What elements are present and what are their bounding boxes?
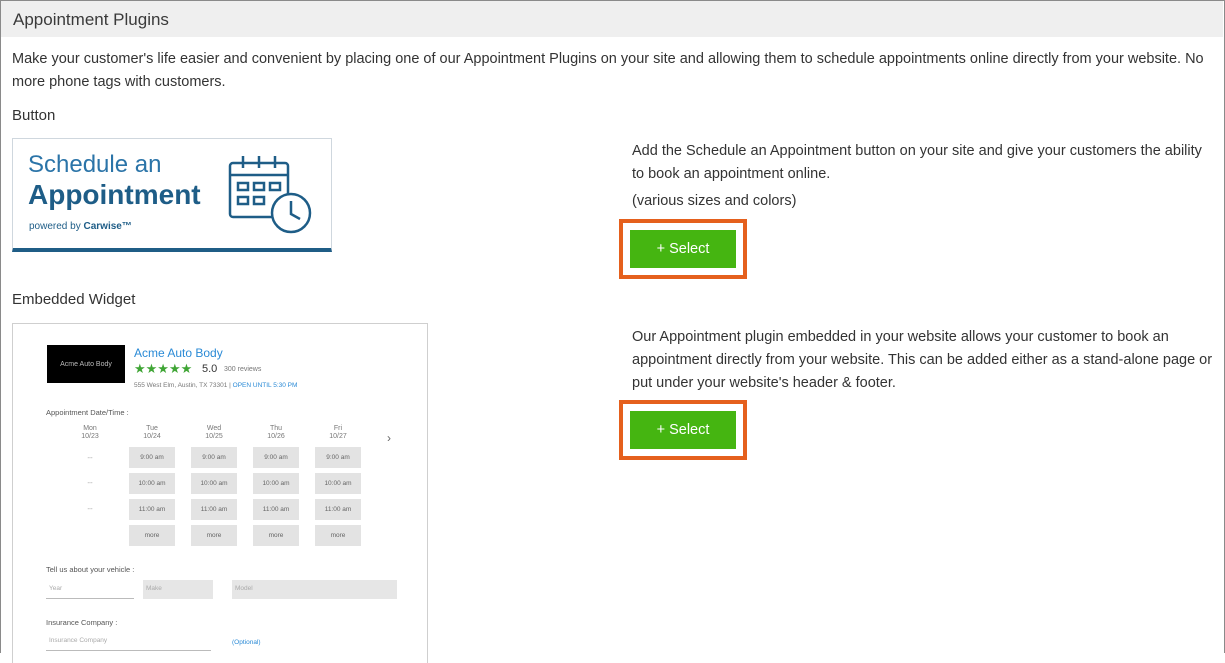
make-input[interactable]: Make	[143, 580, 213, 599]
more-slots[interactable]: more	[315, 525, 361, 546]
button-select-highlight: + Select	[619, 219, 747, 279]
time-slot[interactable]: 10:00 am	[253, 473, 299, 494]
rating-stars: ★★★★★	[134, 361, 193, 376]
preview-line1: Schedule an	[28, 151, 162, 178]
time-slot[interactable]: 9:00 am	[315, 447, 361, 468]
open-hours: OPEN UNTIL 5:30 PM	[232, 382, 298, 389]
more-slots[interactable]: more	[191, 525, 237, 546]
panel-header: Appointment Plugins	[1, 1, 1223, 37]
more-slots[interactable]: more	[253, 525, 299, 546]
day-header: Wed 10/25	[205, 425, 223, 440]
unavailable-slot: --	[87, 504, 93, 513]
time-slot[interactable]: 11:00 am	[191, 499, 237, 520]
powered-by: powered by Carwise™	[29, 221, 132, 232]
shop-logo: Acme Auto Body	[47, 345, 125, 383]
widget-section-heading: Embedded Widget	[12, 291, 136, 308]
more-slots[interactable]: more	[129, 525, 175, 546]
time-slot[interactable]: 11:00 am	[129, 499, 175, 520]
optional-note: (Optional)	[232, 639, 261, 646]
rating-score: 5.0	[202, 363, 218, 375]
next-week-chevron-icon[interactable]: ›	[387, 431, 391, 445]
shop-address-line: 555 West Elm, Austin, TX 73301 | OPEN UN…	[134, 382, 297, 389]
widget-select-highlight: + Select	[619, 400, 747, 460]
time-slot[interactable]: 10:00 am	[315, 473, 361, 494]
time-slot[interactable]: 9:00 am	[129, 447, 175, 468]
vehicle-label: Tell us about your vehicle :	[46, 565, 135, 574]
preview-line2: Appointment	[28, 179, 201, 210]
calendar-clock-icon	[228, 156, 312, 234]
powered-prefix: powered by	[29, 221, 84, 232]
time-slot[interactable]: 10:00 am	[191, 473, 237, 494]
shop-name: Acme Auto Body	[134, 346, 223, 360]
schedule-button-preview: Schedule an Appointment powered by Carwi…	[12, 138, 332, 252]
model-input[interactable]: Model	[232, 580, 397, 599]
embedded-widget-preview: Acme Auto Body Acme Auto Body ★★★★★ 5.0 …	[12, 323, 428, 663]
page-title: Appointment Plugins	[13, 10, 169, 29]
widget-select-button[interactable]: + Select	[630, 411, 736, 449]
day-header: Fri 10/27	[329, 425, 347, 440]
insurance-input[interactable]: Insurance Company	[46, 632, 211, 651]
day-header: Thu 10/26	[267, 425, 285, 440]
unavailable-slot: --	[87, 453, 93, 462]
date-time-label: Appointment Date/Time :	[46, 408, 129, 417]
year-input[interactable]: Year	[46, 580, 134, 599]
time-slot[interactable]: 9:00 am	[191, 447, 237, 468]
time-slot[interactable]: 11:00 am	[315, 499, 361, 520]
shop-address: 555 West Elm, Austin, TX 73301	[134, 382, 228, 389]
widget-description: Our Appointment plugin embedded in your …	[632, 329, 1213, 391]
button-description: Add the Schedule an Appointment button o…	[632, 143, 1202, 182]
time-slot[interactable]: 9:00 am	[253, 447, 299, 468]
powered-brand: Carwise™	[83, 221, 132, 232]
review-count: 300 reviews	[224, 366, 262, 373]
day-header: Tue 10/24	[143, 425, 161, 440]
intro-text: Make your customer's life easier and con…	[12, 51, 1204, 90]
unavailable-slot: --	[87, 478, 93, 487]
day-header: Mon 10/23	[81, 425, 99, 440]
button-select-button[interactable]: + Select	[630, 230, 736, 268]
time-slot[interactable]: 11:00 am	[253, 499, 299, 520]
insurance-label: Insurance Company :	[46, 618, 118, 627]
button-section-heading: Button	[12, 107, 56, 124]
time-slot[interactable]: 10:00 am	[129, 473, 175, 494]
button-note: (various sizes and colors)	[632, 193, 797, 209]
